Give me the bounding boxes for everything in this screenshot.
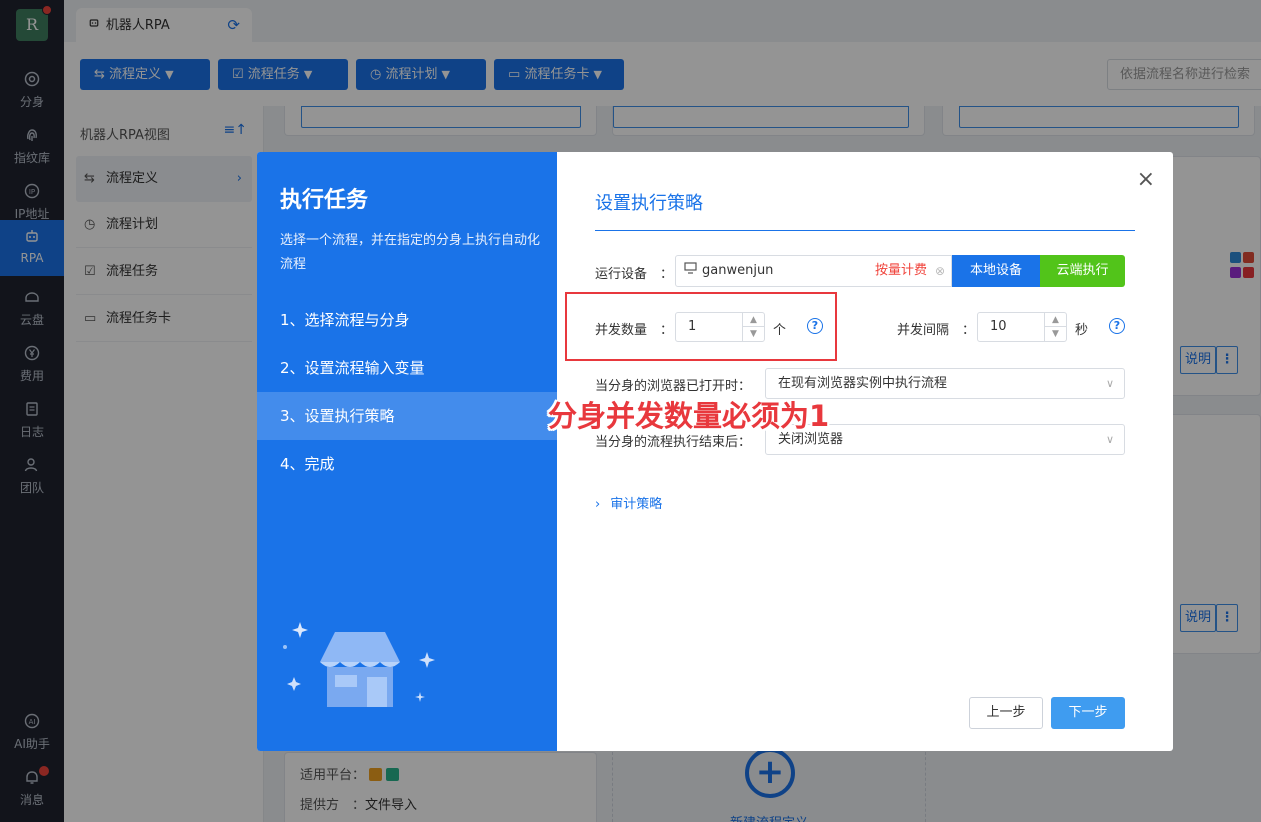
step-select-flow[interactable]: 1、选择流程与分身 [257, 296, 557, 344]
modal-steps-panel: 执行任务 选择一个流程，并在指定的分身上执行自动化流程 1、选择流程与分身 2、… [257, 152, 557, 751]
audit-strategy-toggle[interactable]: › 审计策略 [595, 493, 662, 512]
billing-badge: 按量计费 [874, 263, 927, 278]
interval-help-icon[interactable]: ? [1109, 318, 1125, 334]
chevron-down-icon: ∨ [1105, 433, 1114, 446]
monitor-icon [684, 256, 698, 286]
modal-left-title: 执行任务 [280, 188, 369, 213]
step-input-variables[interactable]: 2、设置流程输入变量 [257, 344, 557, 392]
store-illustration-icon [275, 607, 455, 727]
local-device-button[interactable]: 本地设备 [952, 255, 1040, 287]
modal-left-desc: 选择一个流程，并在指定的分身上执行自动化流程 [280, 233, 541, 272]
chevron-right-icon: › [595, 497, 601, 512]
step-finish[interactable]: 4、完成 [257, 440, 557, 488]
title-divider [595, 230, 1135, 231]
device-label: 运行设备 ： [595, 267, 674, 282]
modal-content: × 设置执行策略 运行设备 ： ganwenjun 按量计费 ⊗ 本地设备 云端… [557, 152, 1173, 751]
interval-label: 并发间隔 ： [897, 323, 976, 338]
close-icon[interactable]: × [1137, 168, 1155, 192]
annotation-text: 分身并发数量必须为1 [548, 399, 830, 433]
modal-title: 设置执行策略 [595, 193, 703, 214]
annotation-highlight-box [565, 292, 837, 361]
chevron-down-icon: ∨ [1105, 377, 1114, 390]
browser-open-label: 当分身的浏览器已打开时： [595, 379, 752, 394]
step-execution-strategy[interactable]: 3、设置执行策略 [257, 392, 557, 440]
increment-icon[interactable]: ▲ [1045, 313, 1066, 327]
previous-step-button[interactable]: 上一步 [969, 697, 1043, 729]
clear-icon[interactable]: ⊗ [935, 256, 945, 286]
decrement-icon[interactable]: ▼ [1045, 327, 1066, 341]
execute-task-modal: 执行任务 选择一个流程，并在指定的分身上执行自动化流程 1、选择流程与分身 2、… [257, 152, 1173, 751]
device-select[interactable]: ganwenjun 按量计费 ⊗ [675, 255, 952, 287]
next-step-button[interactable]: 下一步 [1051, 697, 1125, 729]
interval-stepper[interactable]: 10 ▲ ▼ [977, 312, 1067, 342]
interval-unit: 秒 [1075, 323, 1089, 338]
cloud-execute-button[interactable]: 云端执行 [1040, 255, 1125, 287]
